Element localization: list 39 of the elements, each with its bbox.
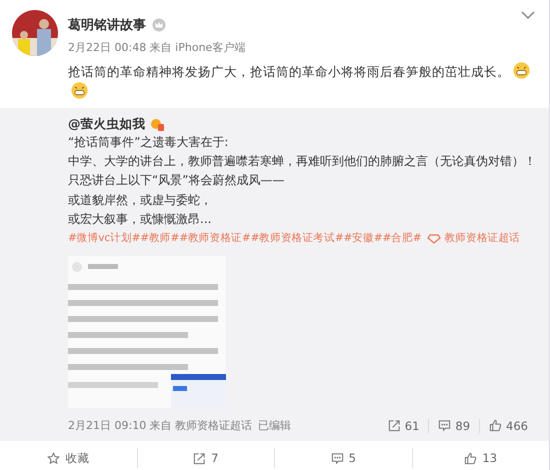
share-button[interactable]: 7 — [138, 441, 274, 470]
post-meta: 2月22日 00:48 来自 iPhone客户端 — [68, 40, 246, 55]
crown-icon — [152, 18, 166, 32]
grin-emoji-icon — [513, 62, 530, 79]
repost-text-line: “抢话筒事件”之遗毒大害在于: — [68, 134, 230, 151]
like-count-button[interactable]: 466 — [479, 418, 537, 433]
star-icon — [47, 452, 60, 465]
edited-label: 已编辑 — [258, 418, 292, 434]
topic-link[interactable]: #合肥# — [382, 229, 422, 248]
post-text: 抢话筒的革命精神将发扬广大，抢话筒的革命小将将雨后春笋般的茁壮成长。 — [0, 56, 549, 108]
avatar[interactable] — [12, 10, 58, 56]
chevron-down-icon[interactable] — [521, 10, 535, 20]
share-icon — [388, 419, 401, 432]
share-icon — [193, 452, 206, 465]
share-count-button[interactable]: 61 — [378, 418, 428, 433]
repost-text-line: 只恐讲台上以下“风景”将会蔚然成风—— — [68, 172, 286, 190]
supertopic-link[interactable]: 教师资格证超话 — [444, 229, 520, 248]
author-name[interactable]: 葛明铭讲故事 — [68, 16, 146, 34]
favorite-button[interactable]: 收藏 — [0, 441, 136, 470]
comment-count-button[interactable]: 89 — [428, 418, 480, 433]
topic-link[interactable]: #教师# — [140, 229, 180, 248]
repost-author[interactable]: @萤火虫如我 — [68, 116, 146, 133]
diamond-icon — [427, 234, 442, 244]
comment-icon — [438, 419, 452, 432]
repost-meta: 2月21日 09:10 来自 教师资格证超话 — [68, 418, 252, 434]
comment-button[interactable]: 5 — [275, 441, 412, 470]
badge-icon — [150, 117, 164, 132]
like-button[interactable]: 13 — [412, 441, 549, 470]
topic-link[interactable]: #教师资格证# — [179, 229, 251, 248]
comment-icon — [330, 452, 344, 465]
thumbs-up-icon — [489, 419, 502, 432]
repost-text-line: 或宏大叙事，或慷慨激昂... — [68, 210, 212, 228]
repost-text-line: 或道貌岸然，或虚与委蛇， — [68, 192, 213, 209]
topic-link[interactable]: #教师资格证考试# — [250, 229, 344, 248]
topic-link[interactable]: #安徽# — [344, 229, 382, 248]
thumbs-up-icon — [464, 452, 478, 465]
repost-text-line: 中学、大学的讲台上，教师普遍噤若寒蝉，再难听到他们的肺腑之言（无论真伪对错）！ — [68, 153, 537, 170]
grin-emoji-icon — [71, 82, 88, 99]
topic-link[interactable]: #微博vc计划# — [68, 229, 140, 248]
